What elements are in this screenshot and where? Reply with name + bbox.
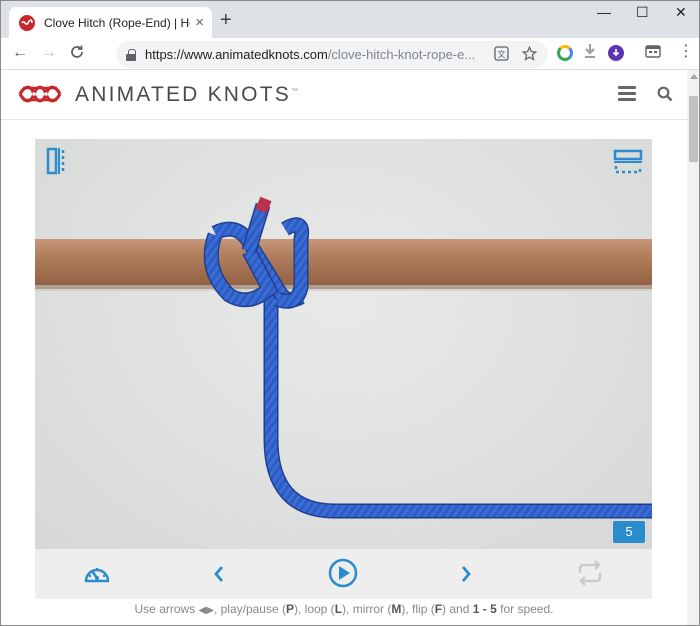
- next-icon[interactable]: [460, 565, 472, 583]
- page-scrollbar[interactable]: [687, 70, 699, 625]
- forward-button[interactable]: →: [41, 44, 57, 62]
- keyboard-hint: Use arrows ◀▶, play/pause (P), loop (L),…: [134, 602, 554, 616]
- browser-toolbar: ← → https://www.animatedknots.com/clove-…: [1, 38, 699, 70]
- browser-tab[interactable]: Clove Hitch (Rope-End) | How t ×: [9, 7, 212, 38]
- logo-text[interactable]: ANIMATED KNOTS™: [75, 83, 300, 107]
- svg-text:文: 文: [498, 49, 506, 59]
- tab-title: Clove Hitch (Rope-End) | How t: [44, 15, 190, 30]
- download-icon[interactable]: [583, 43, 597, 64]
- site-header: ANIMATED KNOTS™: [1, 70, 687, 120]
- browser-window: Clove Hitch (Rope-End) | How t × + — ☐ ✕…: [0, 0, 700, 626]
- minimize-button[interactable]: —: [597, 5, 611, 19]
- prev-icon[interactable]: [213, 565, 225, 583]
- address-bar[interactable]: https://www.animatedknots.com/clove-hitc…: [116, 41, 548, 68]
- knot-animation-view: 5: [35, 139, 652, 549]
- search-icon[interactable]: [657, 86, 673, 102]
- reload-button[interactable]: [69, 44, 85, 65]
- new-tab-button[interactable]: +: [220, 10, 232, 30]
- extension-icon[interactable]: [557, 45, 573, 61]
- url-text[interactable]: https://www.animatedknots.com/clove-hitc…: [145, 47, 475, 62]
- bookmark-star-icon[interactable]: [521, 45, 538, 64]
- reload-icon: [71, 45, 83, 58]
- mirror-icon[interactable]: [46, 147, 72, 175]
- lock-icon: [126, 49, 136, 61]
- play-icon[interactable]: [328, 558, 358, 588]
- hamburger-menu-icon[interactable]: [618, 86, 636, 101]
- back-button[interactable]: ←: [12, 44, 28, 62]
- tab-strip: Clove Hitch (Rope-End) | How t × + — ☐ ✕: [1, 1, 699, 38]
- frame-number-badge: 5: [613, 521, 645, 543]
- close-window-button[interactable]: ✕: [675, 5, 687, 19]
- arrow-keys-icon: ◀▶: [198, 605, 214, 616]
- profile-extension-icon[interactable]: [608, 45, 624, 61]
- translate-icon[interactable]: 文: [494, 46, 509, 64]
- clove-hitch-image: [35, 196, 652, 519]
- scroll-thumb[interactable]: [689, 96, 698, 162]
- tab-close-icon[interactable]: ×: [195, 15, 204, 30]
- loop-icon[interactable]: [575, 559, 605, 587]
- maximize-button[interactable]: ☐: [636, 5, 649, 19]
- scroll-up-arrow-icon[interactable]: [690, 74, 698, 79]
- browser-menu-icon[interactable]: ⋮: [678, 43, 694, 61]
- player-controls: [35, 549, 652, 599]
- logo-knot-icon[interactable]: [17, 83, 63, 105]
- tab-manager-icon[interactable]: [645, 44, 661, 64]
- speed-icon[interactable]: [82, 561, 112, 587]
- flip-icon[interactable]: [613, 149, 643, 175]
- favicon-icon: [19, 14, 35, 31]
